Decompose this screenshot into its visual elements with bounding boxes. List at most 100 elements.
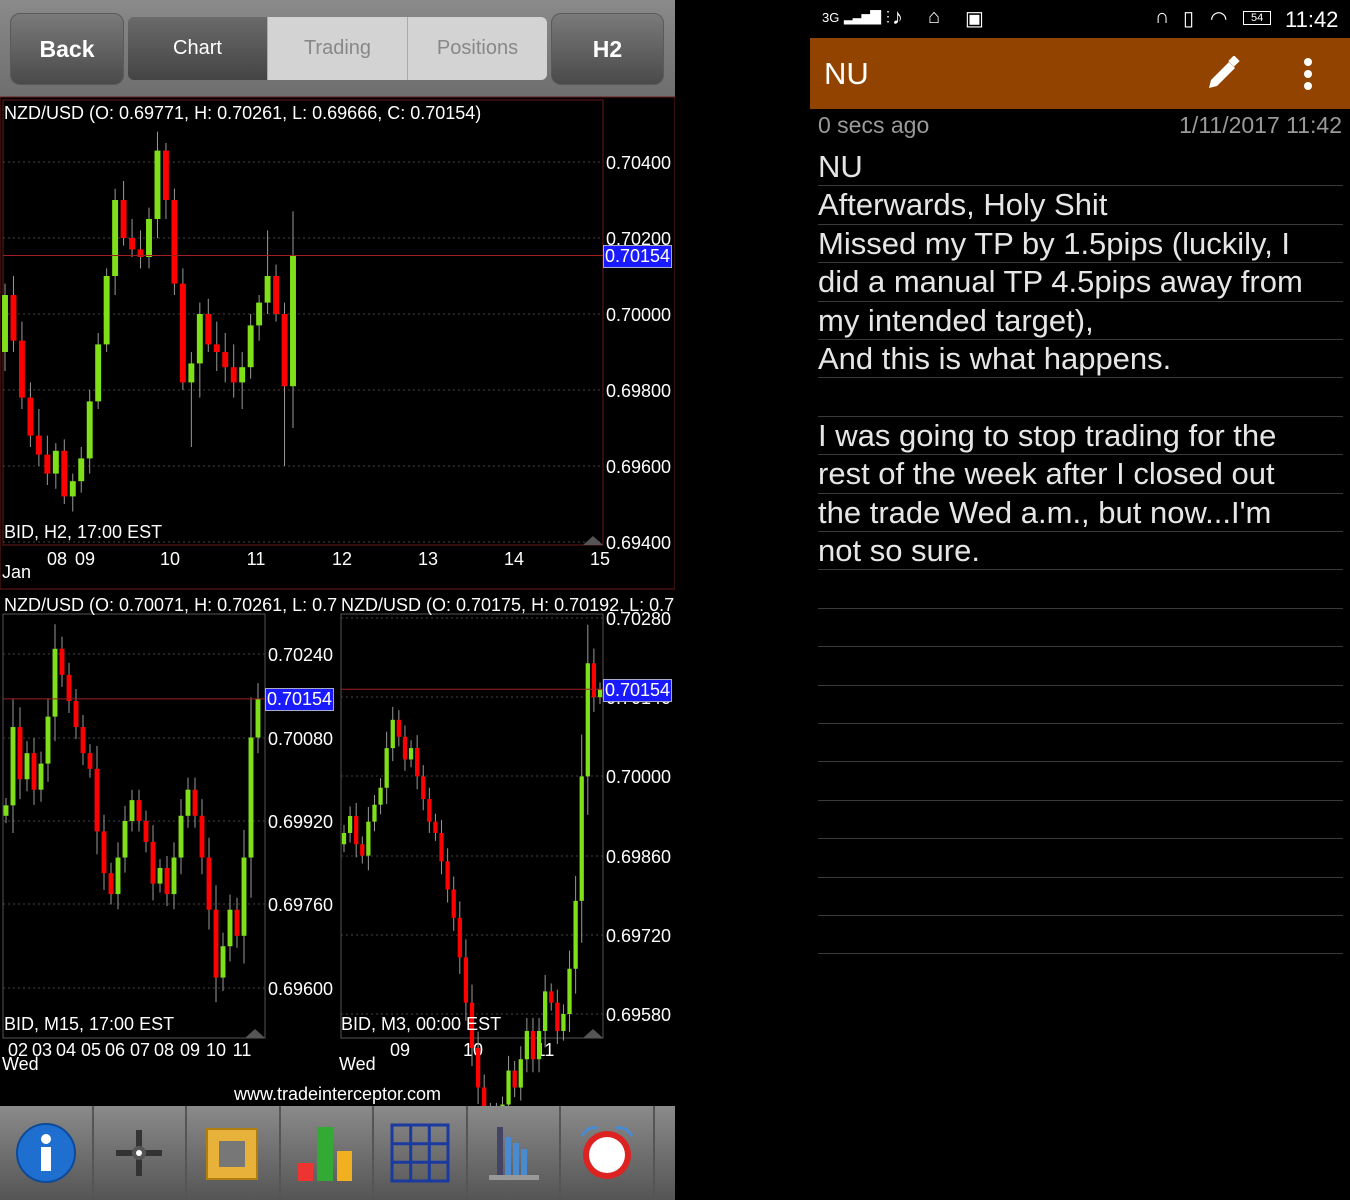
candle-up	[573, 900, 578, 969]
candle-down	[445, 861, 450, 890]
candle-up	[24, 753, 30, 780]
x-tick-label: 13	[418, 549, 438, 569]
note-line: the trade Wed a.m., but now...I'm	[818, 494, 1343, 532]
candle-up	[524, 1030, 529, 1060]
candle-up	[129, 800, 135, 821]
candle-down	[396, 719, 401, 737]
layout-button[interactable]	[374, 1106, 468, 1200]
note-line	[818, 686, 1343, 724]
candle-down	[171, 200, 178, 284]
x-tick-label: 07	[130, 1040, 150, 1060]
candle-up	[115, 857, 121, 895]
candle-up	[239, 367, 246, 383]
x-tick-label: 09	[390, 1040, 410, 1060]
candle-up	[122, 821, 128, 858]
y-tick-label: 0.69600	[268, 979, 333, 999]
x-tick-label: 09	[75, 549, 95, 569]
candle-down	[61, 450, 68, 497]
candle-down	[199, 815, 205, 858]
y-tick-label: 0.70240	[268, 645, 333, 665]
note-line	[818, 839, 1343, 878]
more-options-icon[interactable]	[1300, 56, 1316, 92]
candle-up	[188, 363, 195, 383]
note-line	[818, 762, 1343, 801]
indicators-button[interactable]	[281, 1106, 374, 1200]
y-tick-label: 0.69800	[606, 381, 671, 401]
website-link[interactable]: www.tradeinterceptor.com	[0, 1084, 675, 1105]
candle-down	[108, 873, 114, 895]
candle-up	[567, 968, 572, 1014]
candle-down	[213, 344, 220, 352]
ruler-frame-icon	[205, 1128, 258, 1180]
charts-canvas[interactable]: 0.704000.702000.700000.698000.696000.694…	[0, 0, 675, 1106]
note-line	[818, 916, 1343, 955]
candle-up	[585, 663, 590, 777]
edit-pencil-icon[interactable]	[1205, 56, 1241, 92]
y-tick-label: 0.69400	[606, 533, 671, 553]
candle-down	[66, 674, 72, 701]
candle-down	[27, 397, 34, 436]
candle-up	[157, 867, 163, 884]
right-chart-footer: BID, M3, 00:00 EST	[341, 1014, 502, 1034]
candle-down	[281, 314, 288, 387]
candle-up	[103, 276, 110, 345]
drawing-tools-button[interactable]	[187, 1106, 281, 1200]
main-chart-footer: BID, H2, 17:00 EST	[4, 522, 163, 542]
candle-down	[354, 816, 359, 845]
left-chart-day: Wed	[2, 1054, 39, 1074]
candle-down	[457, 917, 462, 958]
clock: 11:42	[1285, 7, 1339, 32]
wifi-icon: ◠	[1210, 8, 1228, 30]
x-tick-label: 10	[206, 1040, 226, 1060]
candle-down	[18, 340, 25, 398]
cleaner-icon: ⌂	[928, 6, 941, 28]
battery-icon: 54	[1243, 11, 1272, 25]
main-chart-title: NZD/USD (O: 0.69771, H: 0.70261, L: 0.69…	[4, 103, 482, 123]
candle-up	[248, 737, 254, 858]
candle-up	[372, 804, 377, 822]
candle-down	[213, 909, 219, 978]
crosshair-button[interactable]	[94, 1106, 187, 1200]
candle-up	[112, 200, 119, 276]
note-age: 0 secs ago	[818, 112, 930, 138]
y-tick-label: 0.69760	[268, 895, 333, 915]
candle-down	[549, 991, 554, 1003]
candle-up	[69, 481, 76, 497]
y-tick-label: 0.69720	[606, 926, 671, 946]
right-chart-day: Wed	[339, 1054, 376, 1074]
candle-down	[17, 727, 23, 780]
candle-down	[402, 736, 408, 760]
chart-type-button[interactable]	[468, 1106, 561, 1200]
candle-down	[463, 957, 469, 1003]
left-chart-footer: BID, M15, 17:00 EST	[4, 1014, 175, 1034]
candle-up	[255, 698, 261, 738]
candle-up	[154, 150, 161, 219]
candle-down	[87, 753, 93, 769]
main-chart-border	[0, 96, 675, 590]
candle-down	[415, 748, 420, 777]
candle-down	[360, 844, 365, 856]
candle-up	[341, 832, 347, 845]
candle-down	[59, 648, 65, 675]
candle-down	[101, 831, 107, 874]
y-tick-label: 0.69860	[606, 847, 671, 867]
candle-up	[408, 748, 414, 760]
plot-area	[2, 613, 266, 1039]
candle-up	[171, 857, 177, 895]
alerts-button[interactable]	[561, 1106, 655, 1200]
x-tick-label: 04	[56, 1040, 76, 1060]
x-tick-label: 11	[233, 1040, 252, 1060]
candle-down	[162, 150, 169, 200]
candle-down	[31, 753, 37, 790]
candle-up	[10, 727, 16, 806]
note-line	[818, 378, 1343, 417]
info-button[interactable]	[0, 1106, 94, 1200]
note-line: I was going to stop trading for the	[818, 417, 1343, 456]
candle-up	[366, 821, 371, 856]
x-tick-label: 08	[154, 1040, 174, 1060]
candle-up	[264, 276, 271, 303]
candle-down	[206, 857, 212, 910]
note-title: NU	[824, 56, 869, 91]
x-tick-label: 15	[590, 549, 610, 569]
candle-up	[78, 458, 85, 482]
